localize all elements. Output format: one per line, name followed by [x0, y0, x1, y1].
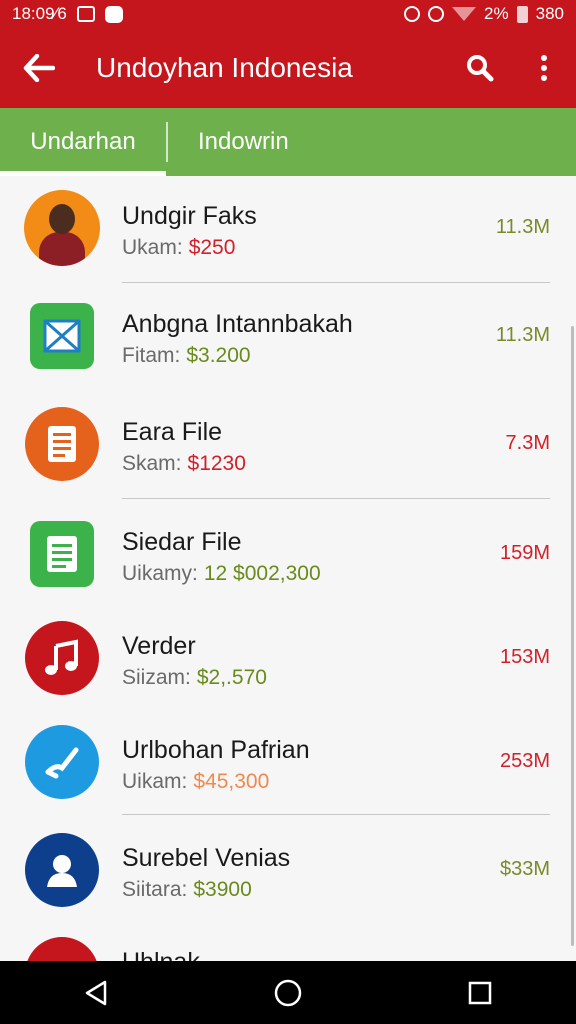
list-item[interactable]: Undgir Faks Ukam: $250 11.3M	[0, 176, 576, 280]
app-bar: Undoyhan Indonesia	[0, 28, 576, 108]
wifi-icon	[452, 7, 477, 21]
avatar-photo	[24, 190, 100, 266]
item-price: $2,.570	[196, 666, 267, 689]
file-list: Undgir Faks Ukam: $250 11.3M Anbgna Intan…	[0, 176, 576, 961]
item-name: Siedar File	[122, 528, 242, 556]
divider	[122, 814, 550, 815]
item-price: $45,300	[193, 770, 270, 793]
item-subtitle: Uikam: $45,300	[122, 770, 270, 793]
list-item[interactable]: Siedar File Uikamy: 12 $002,300 159M	[0, 502, 576, 606]
sync-icon	[428, 6, 445, 22]
recents-square-icon	[468, 981, 492, 1004]
chat-notification-icon	[104, 5, 123, 23]
status-right-value: 380	[535, 4, 564, 23]
home-icon	[25, 937, 99, 961]
list-item[interactable]: Surebel Venias Siitara: $3900 $33M	[0, 818, 576, 922]
item-subtitle: Skam: $1230	[122, 452, 246, 475]
item-icon	[24, 406, 100, 482]
item-subtitle: Siitara: $3900	[122, 878, 252, 901]
item-name: Undgir Faks	[122, 202, 257, 230]
tab-bar: Undarhan Indowrin	[0, 108, 576, 176]
item-size: 253M	[499, 750, 550, 772]
list-item[interactable]: Uhlnak	[0, 922, 576, 961]
nav-recents-button[interactable]	[450, 963, 510, 1023]
item-size: 159M	[499, 542, 550, 564]
item-size: 7.3M	[505, 432, 550, 454]
item-icon	[24, 936, 100, 961]
arrow-left-icon	[23, 54, 55, 82]
item-name: Eara File	[122, 418, 223, 446]
item-price: $1230	[187, 452, 246, 475]
item-subtitle: Uikamy: 12 $002,300	[122, 562, 321, 585]
item-name: Surebel Venias	[122, 844, 291, 872]
item-subtitle: Ukam: $250	[122, 236, 236, 259]
list-item[interactable]: Eara File Skam: $1230 7.3M	[0, 392, 576, 496]
item-icon	[24, 516, 100, 592]
divider	[122, 498, 550, 499]
back-triangle-icon	[85, 980, 107, 1005]
list-item[interactable]: Anbgna Intannbakah Fitam: $3.200 11.3M	[0, 284, 576, 388]
list-item[interactable]: Verder Siizam: $2,.570 153M	[0, 606, 576, 710]
more-vert-icon	[541, 55, 547, 81]
alarm-icon	[404, 6, 421, 22]
status-right: 2% 380	[404, 4, 564, 24]
nav-home-button[interactable]	[258, 963, 318, 1023]
page-title: Undoyhan Indonesia	[96, 52, 353, 83]
paint-icon	[25, 725, 99, 799]
download-notification-icon	[76, 6, 95, 22]
item-price: $250	[188, 236, 236, 259]
search-button[interactable]	[448, 28, 512, 108]
item-name: Uhlnak	[122, 948, 200, 961]
home-circle-icon	[274, 979, 302, 1006]
item-subtitle: Siizam: $2,.570	[122, 666, 267, 689]
item-icon	[24, 190, 100, 266]
item-icon	[24, 298, 100, 374]
item-icon	[24, 620, 100, 696]
mail-icon	[30, 303, 94, 369]
tab-indowrin[interactable]: Indowrin	[168, 108, 319, 176]
item-price: $3900	[193, 878, 252, 901]
status-bar: 18:09⁄6 2% 380	[0, 0, 576, 28]
item-name: Urlbohan Pafrian	[122, 736, 310, 764]
overflow-menu-button[interactable]	[512, 28, 576, 108]
item-icon	[24, 724, 100, 800]
document-icon	[25, 407, 99, 481]
item-size: 11.3M	[495, 324, 550, 346]
search-icon	[467, 55, 494, 82]
music-note-icon	[25, 621, 99, 695]
tab-label: Undarhan	[30, 128, 136, 155]
item-name: Anbgna Intannbakah	[122, 310, 353, 338]
item-price: $3.200	[186, 344, 251, 367]
item-price: 12 $002,300	[203, 562, 321, 585]
status-left: 18:09⁄6	[12, 4, 123, 24]
status-time: 18:09⁄6	[12, 4, 67, 23]
item-icon	[24, 832, 100, 908]
back-button[interactable]	[0, 28, 78, 108]
item-size: 153M	[499, 646, 550, 668]
item-size: 11.3M	[495, 216, 550, 238]
list-item[interactable]: Urlbohan Pafrian Uikam: $45,300 253M	[0, 710, 576, 814]
battery-icon	[516, 5, 528, 23]
tab-undarhan[interactable]: Undarhan	[0, 108, 166, 176]
scrollbar[interactable]	[571, 326, 574, 946]
item-size: $33M	[499, 858, 550, 880]
item-name: Verder	[122, 632, 196, 660]
item-subtitle: Fitam: $3.200	[122, 344, 251, 367]
spreadsheet-icon	[30, 521, 94, 587]
nav-back-button[interactable]	[66, 963, 126, 1023]
tab-label: Indowrin	[198, 128, 289, 155]
divider	[122, 282, 550, 283]
system-nav-bar	[0, 961, 576, 1024]
person-icon	[25, 833, 99, 907]
battery-percent: 2%	[484, 4, 509, 23]
